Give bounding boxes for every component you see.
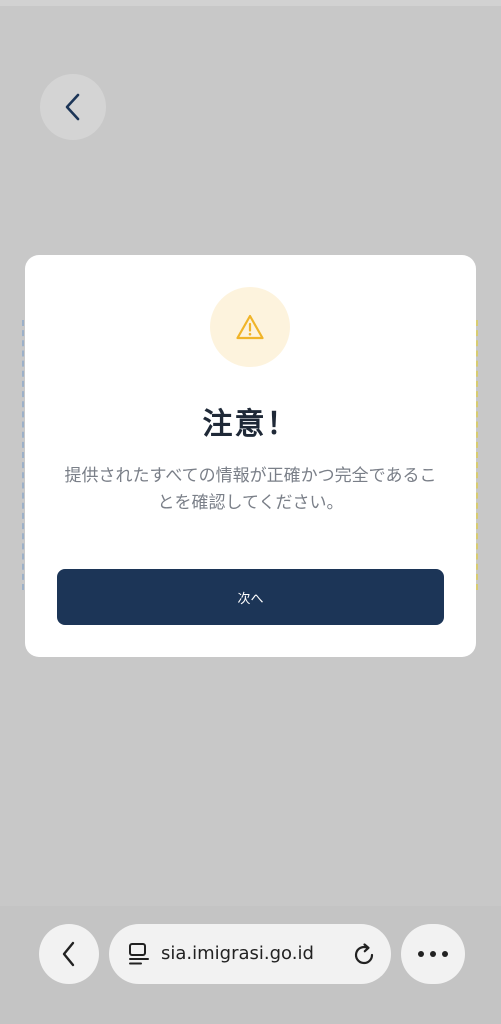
- tabs-icon: [129, 943, 149, 965]
- back-button[interactable]: [40, 74, 106, 140]
- url-value: sia.imigrasi.go.id: [161, 943, 314, 964]
- reload-icon[interactable]: [351, 942, 377, 968]
- browser-back-button[interactable]: [39, 924, 99, 984]
- more-options-button[interactable]: [401, 924, 465, 984]
- chevron-left-icon: [65, 93, 80, 121]
- more-horizontal-icon: [418, 951, 448, 957]
- warning-triangle-icon: [236, 314, 264, 340]
- next-button[interactable]: 次へ: [57, 569, 444, 625]
- dialog-message: 提供されたすべての情報が正確かつ完全であることを確認してください。: [64, 466, 437, 513]
- address-bar[interactable]: sia.imigrasi.go.id: [109, 924, 391, 984]
- top-strip: [0, 0, 501, 6]
- chevron-left-icon: [62, 941, 75, 967]
- url-text[interactable]: sia.imigrasi.go.id: [161, 924, 347, 984]
- warning-icon-badge: [210, 287, 290, 367]
- background-dashed-edge-left: [22, 320, 24, 590]
- dialog-title: 注意！: [202, 407, 299, 442]
- warning-dialog: 注意！ 提供されたすべての情報が正確かつ完全であることを確認してください。 次へ: [25, 255, 476, 657]
- background-dashed-edge-right: [476, 320, 478, 590]
